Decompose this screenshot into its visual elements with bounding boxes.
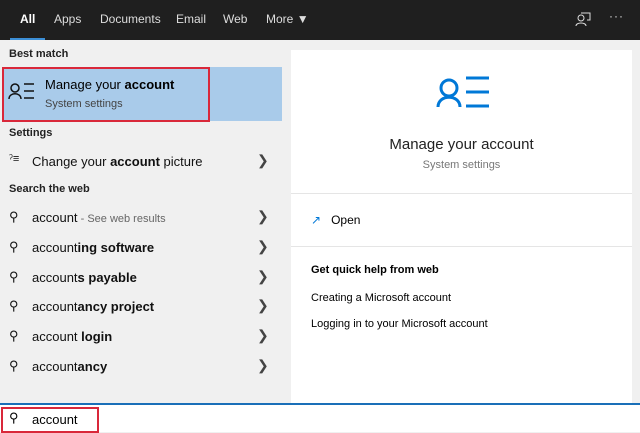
detail-subtitle: System settings (422, 159, 501, 171)
result-text: account (32, 269, 78, 285)
open-label: Open (331, 213, 361, 227)
result-bold: ancy (77, 359, 108, 374)
result-bold: ancy project (77, 299, 155, 315)
result-text: account (32, 239, 78, 255)
tab-all[interactable]: All (9, 12, 46, 41)
detail-panel: Manage your account System settings ↗ Ope… (291, 50, 632, 403)
open-button[interactable]: ↗ Open (311, 213, 360, 227)
detail-title: Manage your account (389, 136, 534, 153)
result-text: account (32, 329, 78, 345)
search-bar[interactable]: ⚲ account (0, 403, 640, 433)
search-icon: ⚲ (9, 268, 19, 284)
chevron-right-icon[interactable]: ❯ (257, 238, 269, 255)
tab-apps[interactable]: Apps (54, 12, 81, 26)
help-header: Get quick help from web (311, 264, 439, 276)
tab-email[interactable]: Email (176, 12, 206, 26)
search-icon: ⚲ (9, 238, 19, 254)
tab-web[interactable]: Web (223, 12, 247, 26)
search-icon: ⚲ (9, 298, 19, 314)
search-icon: ⚲ (9, 209, 19, 224)
web-result-item[interactable]: ⚲ accountancy project ❯ (0, 293, 282, 321)
chevron-right-icon[interactable]: ❯ (257, 327, 269, 344)
help-link[interactable]: Creating a Microsoft account (311, 292, 451, 304)
more-label: More (266, 12, 294, 26)
item-bold: account (110, 154, 160, 169)
help-link[interactable]: Logging in to your Microsoft account (311, 318, 488, 330)
web-result-item[interactable]: ⚲ accounts payable ❯ (0, 264, 282, 292)
caret-down-icon: ▼ (296, 12, 309, 26)
result-bold: s payable (77, 269, 137, 285)
settings-header: Settings (9, 127, 53, 139)
feedback-icon[interactable] (575, 11, 591, 27)
result-suffix: - See web results (77, 213, 166, 225)
account-icon: ˀ≡ (9, 153, 20, 165)
result-text: account (32, 210, 78, 225)
search-input[interactable]: account (32, 412, 78, 427)
search-icon: ⚲ (9, 410, 19, 425)
result-text: account (32, 299, 78, 315)
account-icon (436, 76, 489, 108)
top-bar: All Apps Documents Email Web More ▼ ··· (0, 0, 640, 41)
result-text: account (32, 359, 78, 374)
highlight-outline (2, 67, 210, 122)
result-bold: login (77, 329, 113, 345)
open-icon: ↗ (311, 213, 322, 227)
web-result-item[interactable]: ⚲ accountancy ❯ (0, 353, 282, 381)
chevron-right-icon[interactable]: ❯ (257, 297, 269, 314)
item-text-post: picture (159, 154, 203, 169)
web-result-item[interactable]: ⚲ accounting software ❯ (0, 234, 282, 262)
web-result-item[interactable]: ⚲ account login ❯ (0, 323, 282, 351)
web-result-item[interactable]: ⚲ account - See web results ❯ (0, 204, 282, 232)
search-icon: ⚲ (9, 358, 19, 373)
settings-item[interactable]: ˀ≡ Change your account picture ❯ (0, 148, 282, 176)
result-bold: ing software (77, 239, 155, 255)
web-header: Search the web (9, 183, 90, 195)
search-icon: ⚲ (9, 328, 19, 344)
chevron-right-icon[interactable]: ❯ (257, 268, 269, 285)
chevron-right-icon[interactable]: ❯ (257, 208, 269, 225)
tab-documents[interactable]: Documents (100, 12, 161, 26)
best-match-header: Best match (9, 48, 69, 60)
chevron-right-icon[interactable]: ❯ (257, 357, 269, 374)
more-options-icon[interactable]: ··· (609, 9, 624, 23)
chevron-right-icon[interactable]: ❯ (257, 152, 269, 169)
item-text: Change your (32, 154, 111, 169)
tab-more[interactable]: More ▼ (266, 12, 309, 26)
